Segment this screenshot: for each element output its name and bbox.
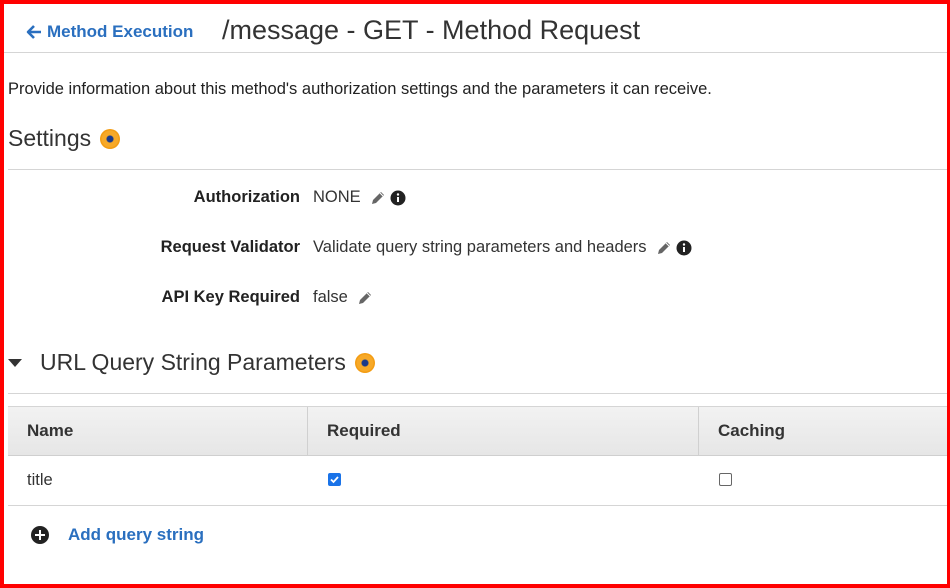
api-key-required-value-group: false — [313, 288, 373, 307]
authorization-row: Authorization NONE — [4, 188, 947, 212]
settings-heading-label: Settings — [8, 125, 92, 151]
page-title: /message - GET - Method Request — [222, 15, 641, 45]
query-params-table: Name Required Caching title — [8, 406, 947, 506]
request-validator-label: Request Validator — [160, 238, 300, 256]
pencil-icon[interactable] — [357, 290, 373, 306]
authorization-value-group: NONE — [313, 188, 406, 207]
api-key-required-label: API Key Required — [161, 288, 300, 306]
request-validator-row: Request Validator Validate query string … — [4, 238, 947, 262]
pencil-icon[interactable] — [370, 190, 386, 206]
pencil-icon[interactable] — [656, 240, 672, 256]
check-icon — [330, 476, 339, 484]
authorization-label: Authorization — [193, 188, 300, 206]
info-icon[interactable] — [390, 190, 406, 206]
query-params-heading[interactable]: URL Query String Parameters — [40, 349, 375, 376]
table-header: Name Required Caching — [8, 406, 947, 456]
settings-heading: Settings — [8, 125, 121, 152]
authorization-value: NONE — [313, 188, 361, 206]
info-icon[interactable] — [676, 240, 692, 256]
required-checkbox[interactable] — [328, 473, 341, 486]
api-key-required-value: false — [313, 288, 348, 306]
query-params-heading-label: URL Query String Parameters — [40, 349, 346, 375]
back-link-label: Method Execution — [47, 22, 194, 41]
arrow-left-icon — [26, 25, 41, 39]
plus-circle-icon — [31, 526, 49, 544]
add-query-string-button[interactable]: Add query string — [31, 525, 204, 545]
info-dot-icon[interactable] — [354, 352, 375, 373]
request-validator-value: Validate query string parameters and hea… — [313, 238, 647, 256]
caret-down-icon[interactable] — [8, 359, 22, 367]
param-name-cell: title — [27, 471, 53, 489]
column-header-name: Name — [8, 407, 308, 455]
page-header: Method Execution /message - GET - Method… — [4, 4, 947, 53]
request-validator-value-group: Validate query string parameters and hea… — [313, 238, 692, 257]
column-header-caching: Caching — [718, 421, 786, 440]
divider — [8, 169, 947, 170]
page-description: Provide information about this method's … — [8, 80, 712, 98]
info-dot-icon[interactable] — [100, 128, 121, 149]
api-key-required-row: API Key Required false — [4, 288, 947, 312]
back-link-method-execution[interactable]: Method Execution — [26, 22, 193, 42]
column-header-required: Required — [308, 407, 699, 455]
caching-checkbox[interactable] — [719, 473, 732, 486]
table-row: title — [8, 456, 947, 506]
method-request-panel: Method Execution /message - GET - Method… — [4, 4, 947, 584]
divider — [8, 393, 947, 394]
add-query-string-label: Add query string — [68, 525, 205, 544]
